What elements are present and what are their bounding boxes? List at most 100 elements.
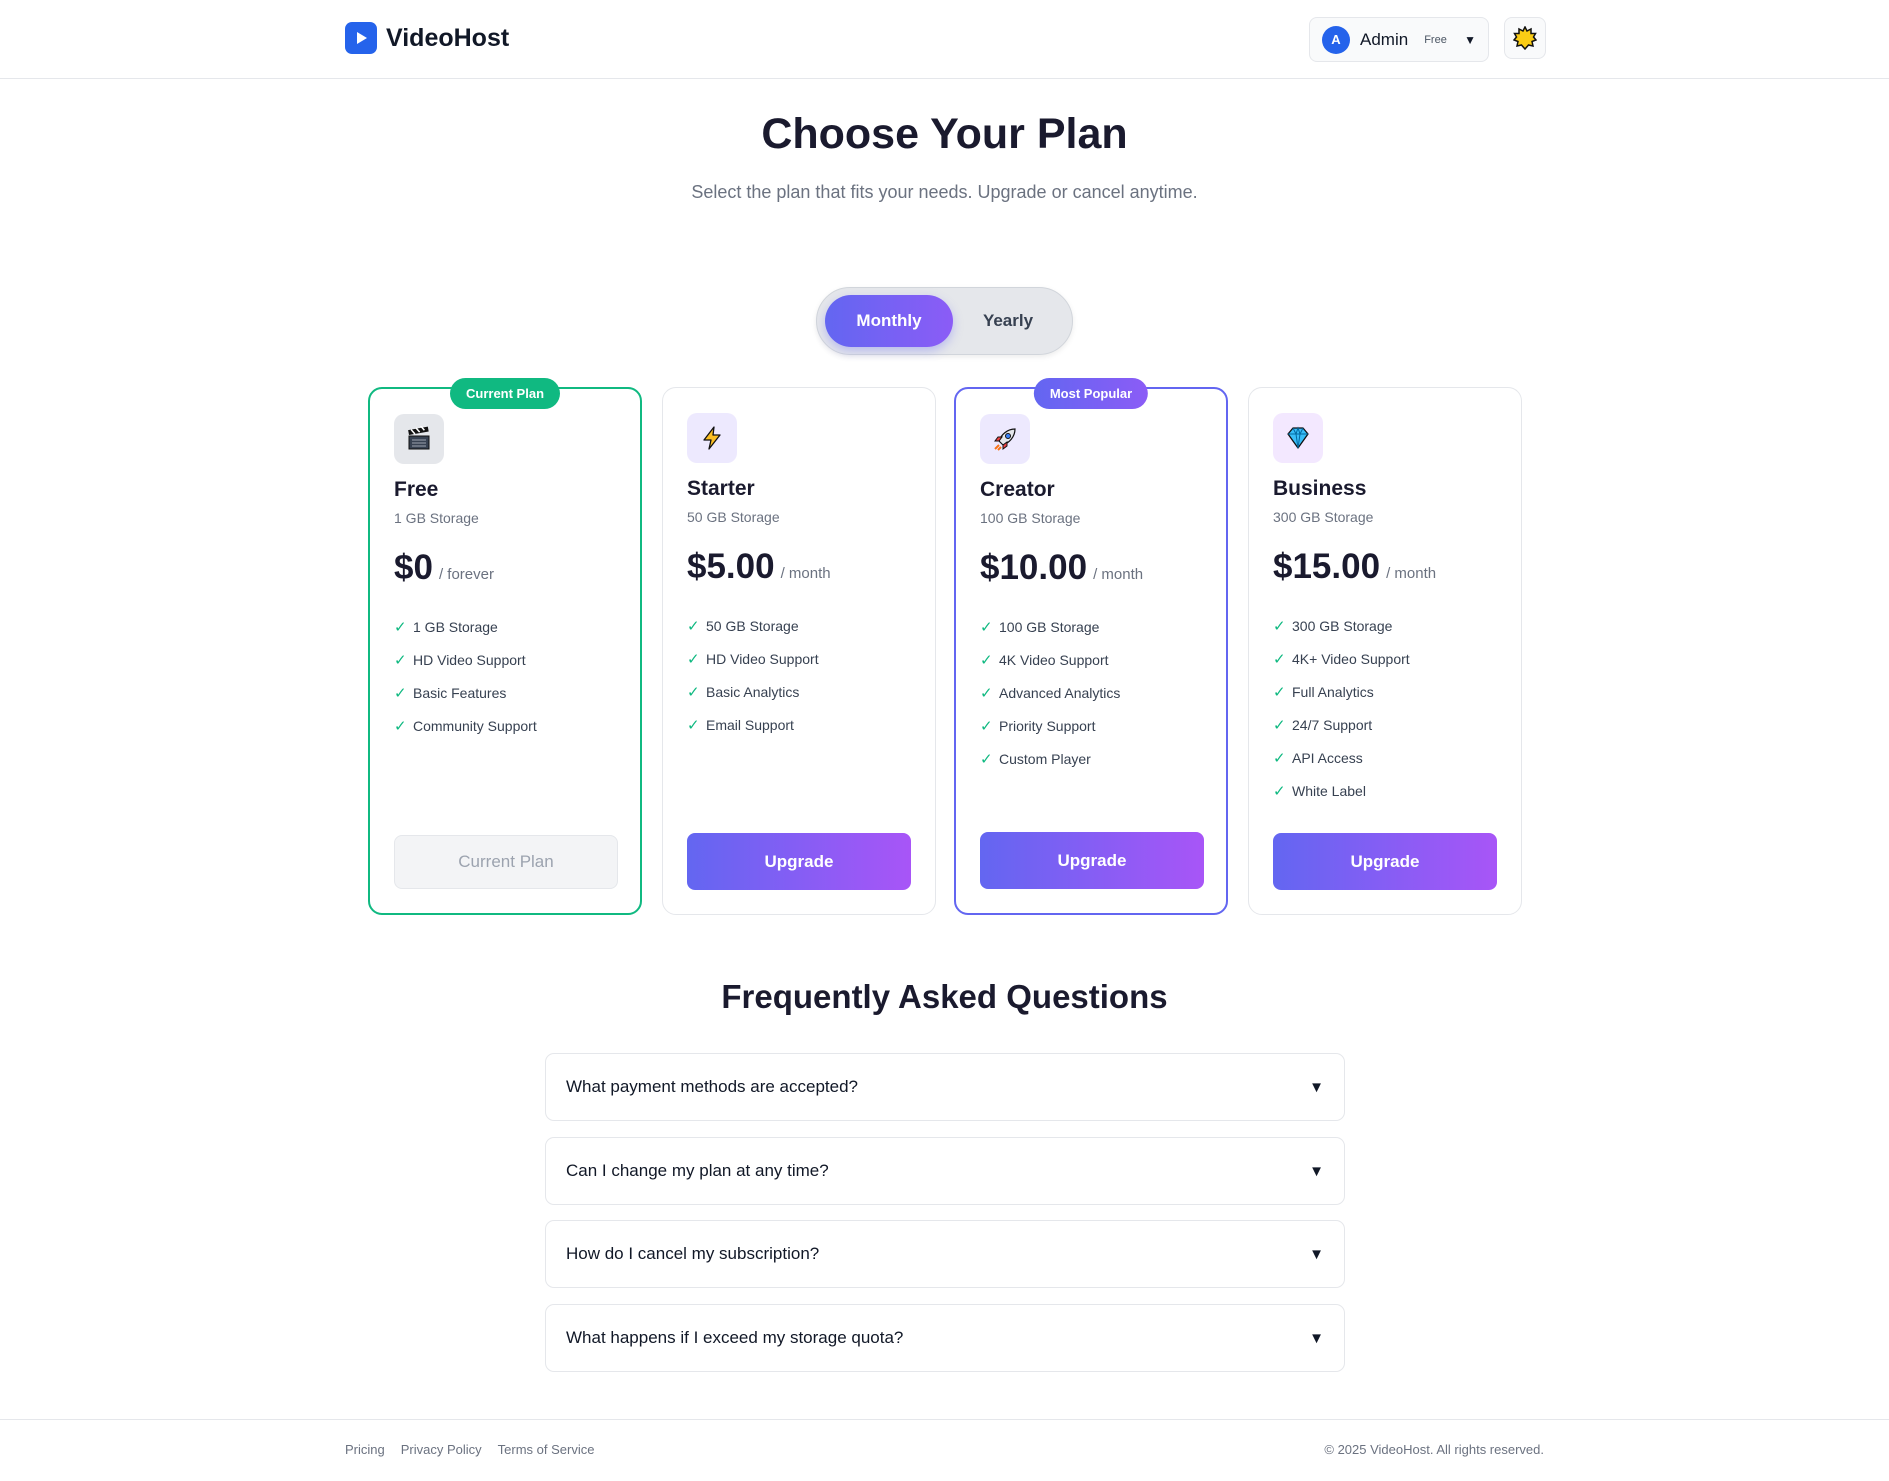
check-icon: ✓	[1273, 749, 1286, 767]
upgrade-button[interactable]: Upgrade	[1273, 833, 1497, 890]
feature-item: ✓ 1 GB Storage	[394, 618, 498, 636]
plan-period: / month	[1093, 566, 1144, 583]
check-icon: ✓	[980, 651, 993, 669]
check-icon: ✓	[394, 684, 407, 702]
user-menu-button[interactable]: A Admin Free ▼	[1309, 17, 1489, 62]
footer-link-privacy[interactable]: Privacy Policy	[401, 1442, 482, 1457]
check-icon: ✓	[1273, 617, 1286, 635]
feature-item: ✓ HD Video Support	[394, 651, 526, 669]
feature-list: ✓ 50 GB Storage ✓ HD Video Support ✓ Basic …	[687, 609, 911, 741]
plan-period: / month	[1386, 565, 1437, 582]
user-name: Admin	[1360, 29, 1409, 49]
price-row: $10.00 / month	[980, 548, 1202, 588]
feature-item: ✓ Custom Player	[980, 750, 1091, 768]
footer-links: Pricing Privacy Policy Terms of Service	[345, 1442, 594, 1457]
check-icon: ✓	[687, 617, 700, 635]
lightning-icon	[687, 413, 737, 463]
plan-price: $0	[394, 548, 433, 587]
plan-card-creator: Most Popular Creator 100 GB Storage $10.…	[954, 378, 1228, 915]
plan-period: / forever	[438, 566, 494, 583]
current-plan-badge: Current Plan	[449, 378, 561, 409]
footer-link-terms[interactable]: Terms of Service	[498, 1442, 595, 1457]
faq-question: What happens if I exceed my storage quot…	[566, 1328, 904, 1347]
check-icon: ✓	[687, 650, 700, 668]
feature-list: ✓ 1 GB Storage ✓ HD Video Support ✓ Basic F…	[394, 610, 616, 742]
feature-item: ✓ 50 GB Storage	[687, 617, 799, 635]
feature-item: ✓ Basic Features	[394, 684, 507, 702]
check-icon: ✓	[687, 716, 700, 734]
feature-list: ✓ 300 GB Storage ✓ 4K+ Video Support ✓ Full…	[1273, 609, 1497, 807]
brand-name: VideoHost	[386, 23, 510, 52]
plan-name: Free	[394, 478, 439, 501]
faq-item[interactable]: What happens if I exceed my storage quot…	[545, 1304, 1345, 1372]
plan-storage: 300 GB Storage	[1273, 509, 1374, 525]
check-icon: ✓	[1273, 683, 1286, 701]
footer-copyright: © 2025 VideoHost. All rights reserved.	[1324, 1442, 1544, 1457]
theme-toggle-button[interactable]	[1504, 17, 1546, 59]
footer-link-pricing[interactable]: Pricing	[345, 1442, 385, 1457]
page-subtitle: Select the plan that fits your needs. Up…	[691, 182, 1198, 202]
plan-storage: 1 GB Storage	[394, 510, 479, 526]
user-tier-label: Free	[1424, 33, 1447, 46]
feature-item: ✓ HD Video Support	[687, 650, 819, 668]
upgrade-button[interactable]: Upgrade	[687, 833, 911, 890]
price-row: $5.00 / month	[687, 547, 911, 587]
faq-question: What payment methods are accepted?	[566, 1077, 858, 1096]
feature-item: ✓ 4K Video Support	[980, 651, 1109, 669]
check-icon: ✓	[394, 717, 407, 735]
plan-card-free: Current Plan Free 1 GB Storage $0 / fore…	[368, 378, 642, 915]
caret-down-icon: ▼	[1464, 32, 1476, 47]
plan-price: $10.00	[980, 548, 1088, 587]
plan-price: $15.00	[1273, 547, 1381, 586]
feature-item: ✓ 100 GB Storage	[980, 618, 1100, 636]
play-icon	[345, 22, 377, 54]
faq-title: Frequently Asked Questions	[721, 978, 1168, 1015]
faq-question: Can I change my plan at any time?	[566, 1161, 829, 1180]
caret-down-icon: ▼	[1309, 1245, 1324, 1263]
feature-item: ✓ API Access	[1273, 749, 1363, 767]
check-icon: ✓	[1273, 782, 1286, 800]
most-popular-badge: Most Popular	[1033, 378, 1149, 409]
sun-icon	[1513, 26, 1537, 50]
top-header: VideoHost A Admin Free ▼	[0, 0, 1889, 79]
faq-item[interactable]: How do I cancel my subscription? ▼	[545, 1220, 1345, 1288]
feature-list: ✓ 100 GB Storage ✓ 4K Video Support ✓ Advan…	[980, 610, 1202, 775]
caret-down-icon: ▼	[1309, 1162, 1324, 1180]
plan-name: Creator	[980, 478, 1055, 501]
check-icon: ✓	[980, 750, 993, 768]
faq-item[interactable]: What payment methods are accepted? ▼	[545, 1053, 1345, 1121]
brand-logo[interactable]: VideoHost	[345, 22, 509, 54]
check-icon: ✓	[394, 618, 407, 636]
check-icon: ✓	[687, 683, 700, 701]
current-plan-button[interactable]: Current Plan	[394, 835, 618, 889]
page-title: Choose Your Plan	[761, 110, 1128, 158]
upgrade-button[interactable]: Upgrade	[980, 832, 1204, 889]
clapperboard-icon	[394, 414, 444, 464]
feature-item: ✓ Basic Analytics	[687, 683, 800, 701]
feature-item: ✓ Priority Support	[980, 717, 1096, 735]
billing-monthly-option[interactable]: Monthly	[825, 295, 953, 347]
check-icon: ✓	[980, 684, 993, 702]
rocket-icon	[980, 414, 1030, 464]
feature-item: ✓ Email Support	[687, 716, 794, 734]
plan-period: / month	[780, 565, 831, 582]
check-icon: ✓	[980, 717, 993, 735]
faq-item[interactable]: Can I change my plan at any time? ▼	[545, 1137, 1345, 1205]
feature-item: ✓ White Label	[1273, 782, 1366, 800]
check-icon: ✓	[394, 651, 407, 669]
plan-storage: 100 GB Storage	[980, 510, 1081, 526]
billing-toggle: Monthly Yearly	[816, 287, 1073, 355]
price-row: $0 / forever	[394, 548, 616, 588]
feature-item: ✓ 24/7 Support	[1273, 716, 1373, 734]
plan-name: Starter	[687, 477, 755, 500]
caret-down-icon: ▼	[1309, 1329, 1324, 1347]
plan-card-starter: Starter 50 GB Storage $5.00 / month ✓ 50 …	[662, 387, 936, 915]
diamond-icon	[1273, 413, 1323, 463]
plan-card-business: Business 300 GB Storage $15.00 / month ✓…	[1248, 387, 1522, 915]
feature-item: ✓ Advanced Analytics	[980, 684, 1121, 702]
caret-down-icon: ▼	[1309, 1078, 1324, 1096]
feature-item: ✓ Full Analytics	[1273, 683, 1374, 701]
feature-item: ✓ Community Support	[394, 717, 537, 735]
billing-yearly-option[interactable]: Yearly	[953, 295, 1063, 347]
page-footer: Pricing Privacy Policy Terms of Service …	[0, 1419, 1889, 1481]
